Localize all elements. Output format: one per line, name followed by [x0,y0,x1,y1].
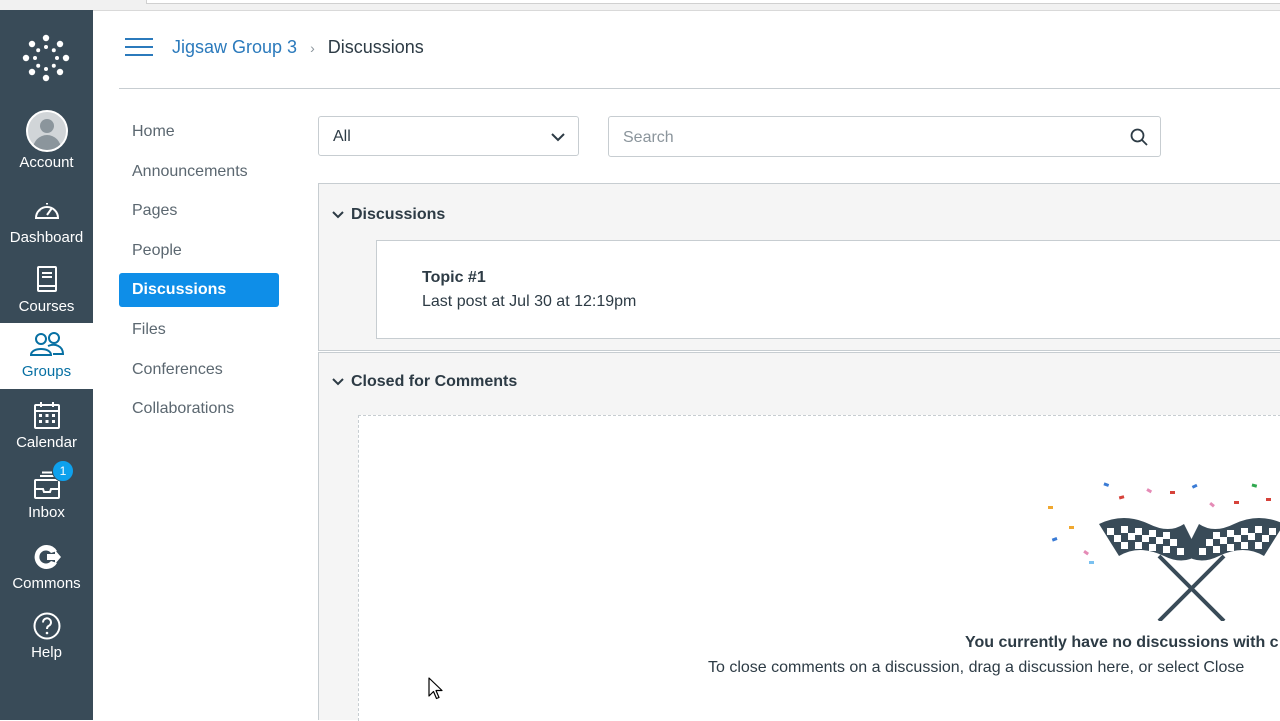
courses-book-icon [36,266,57,292]
chevron-down-icon [551,133,565,142]
discussion-topic-row[interactable]: Topic #1 Last post at Jul 30 at 12:19pm [376,240,1280,339]
breadcrumb-current: Discussions [327,37,424,57]
nav-account-label: Account [19,154,74,171]
discussions-section-toggle[interactable]: Discussions [331,206,445,224]
calendar-icon [33,402,60,429]
inbox-unread-badge: 1 [52,460,74,482]
mouse-cursor-icon [428,677,443,700]
course-nav-home[interactable]: Home [119,115,279,149]
topic-title-link[interactable]: Topic #1 [422,269,486,287]
breadcrumb: Jigsaw Group 3 › Discussions [172,37,424,58]
groups-icon [29,332,64,356]
closed-section-toggle[interactable]: Closed for Comments [331,373,517,391]
hamburger-menu-icon[interactable] [125,38,153,58]
course-nav-files[interactable]: Files [119,313,279,347]
breadcrumb-separator-icon: › [310,40,315,56]
checkered-flags-icon [1048,482,1280,621]
filter-select-value: All [333,128,351,145]
nav-inbox[interactable]: 1 Inbox [0,460,93,521]
nav-courses-label: Courses [18,298,75,315]
help-question-icon [33,612,60,640]
course-nav-pages[interactable]: Pages [119,194,279,228]
nav-inbox-label: Inbox [28,504,65,521]
course-nav-conferences[interactable]: Conferences [119,353,279,387]
avatar [25,110,68,152]
empty-state-description: To close comments on a discussion, drag … [708,659,1245,676]
search-field [608,116,1161,157]
search-icon[interactable] [1130,128,1148,146]
nav-dashboard[interactable]: Dashboard [0,195,93,246]
closed-dropzone[interactable]: You currently have no discussions with c… [358,415,1280,721]
chevron-down-icon [332,378,344,386]
course-nav-people[interactable]: People [119,234,279,268]
canvas-logo-icon[interactable] [22,34,70,82]
nav-dashboard-label: Dashboard [9,229,84,246]
chevron-down-icon [332,211,344,219]
search-input[interactable] [621,126,1105,150]
nav-calendar[interactable]: Calendar [0,400,93,451]
topic-last-post: Last post at Jul 30 at 12:19pm [422,293,637,310]
browser-address-bar [146,0,1280,4]
course-nav-discussions[interactable]: Discussions [119,273,279,308]
page-header: Jigsaw Group 3 › Discussions [119,10,1280,89]
nav-commons[interactable]: Commons [0,541,93,592]
discussions-section: Discussions Topic #1 Last post at Jul 30… [318,183,1280,351]
discussion-filter-select[interactable]: All [318,116,579,156]
course-navigation: Home Announcements Pages People Discussi… [119,115,279,432]
closed-section-heading: Closed for Comments [351,373,518,390]
breadcrumb-group-link[interactable]: Jigsaw Group 3 [172,37,297,57]
global-navigation: Account Dashboard Courses Groups Calenda… [0,10,93,720]
course-nav-announcements[interactable]: Announcements [119,155,279,189]
nav-help-label: Help [31,644,62,661]
empty-state-title: You currently have no discussions with c [965,634,1279,651]
nav-groups-label: Groups [21,363,72,380]
nav-courses[interactable]: Courses [0,264,93,315]
nav-help[interactable]: Help [0,610,93,661]
nav-commons-label: Commons [12,575,81,592]
closed-for-comments-section: Closed for Comments You currently have n… [318,352,1280,721]
nav-groups[interactable]: Groups [0,323,93,389]
commons-icon [34,544,61,569]
nav-account[interactable]: Account [0,110,93,171]
discussions-section-heading: Discussions [351,206,446,223]
nav-calendar-label: Calendar [16,434,77,451]
course-nav-collaborations[interactable]: Collaborations [119,392,279,426]
dashboard-icon [34,203,59,219]
